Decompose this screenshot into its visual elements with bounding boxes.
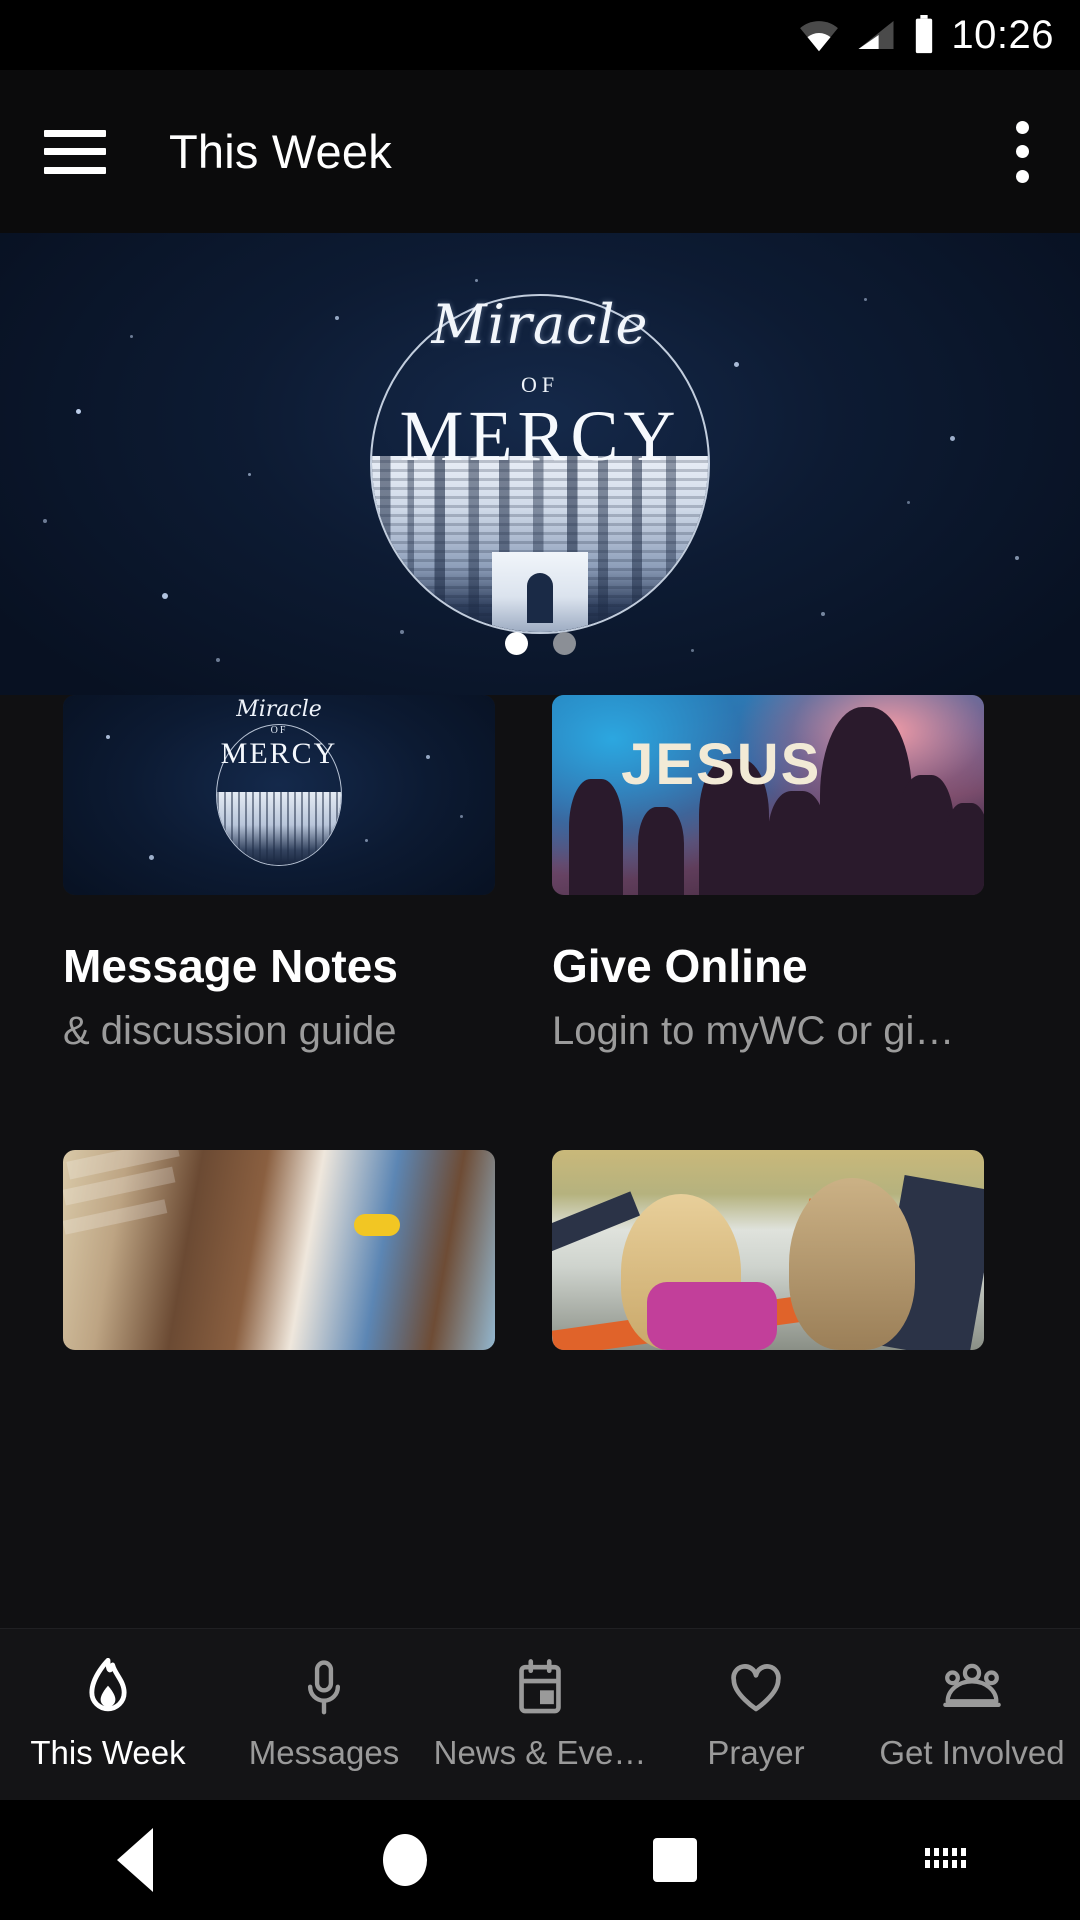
card-title: Message Notes — [63, 940, 398, 992]
bottom-navigation-bar: This Week Messages News & Eve… Prayer Ge… — [0, 1628, 1080, 1800]
cellular-signal-icon — [858, 21, 894, 49]
wifi-icon — [800, 21, 839, 52]
app-bar: This Week — [0, 70, 1080, 233]
content-grid: Miracle OF MERCY Message Notes & discuss… — [0, 695, 1080, 1620]
card-subtitle: & discussion guide — [63, 1009, 397, 1053]
battery-icon — [916, 15, 933, 54]
card-give-online[interactable]: JESUS Give Online Login to myWC or gi… — [552, 695, 984, 1054]
card-title: Give Online — [552, 940, 808, 992]
carousel-dot-1[interactable] — [504, 632, 528, 655]
tab-label: This Week — [30, 1733, 186, 1771]
app-screen: 10:26 This Week Miracle OF MERCY Miracle… — [0, 0, 1080, 1920]
status-bar: 10:26 — [0, 0, 1080, 70]
hero-of-text: OF — [520, 372, 560, 397]
recents-square-icon[interactable] — [540, 1838, 810, 1882]
jesus-worship-thumbnail[interactable]: JESUS — [552, 695, 984, 895]
thumbnail-script-text: Miracle — [236, 697, 322, 722]
android-navigation-bar — [0, 1800, 1080, 1920]
thumbnail-of-text: OF — [270, 725, 288, 736]
card-row2-right[interactable] — [552, 1150, 984, 1410]
tab-label: News & Eve… — [433, 1733, 647, 1771]
tab-label: Get Involved — [879, 1733, 1065, 1771]
calendar-icon — [514, 1658, 566, 1718]
card-message-notes[interactable]: Miracle OF MERCY Message Notes & discuss… — [63, 695, 495, 1054]
tab-label: Prayer — [707, 1733, 805, 1771]
cityscape-illustration — [372, 455, 708, 632]
flame-icon — [80, 1657, 136, 1718]
hamburger-menu-icon[interactable] — [44, 129, 106, 174]
tab-get-involved[interactable]: Get Involved — [864, 1658, 1080, 1772]
tab-messages[interactable]: Messages — [216, 1658, 432, 1772]
card-row-1: Miracle OF MERCY Message Notes & discuss… — [63, 695, 1017, 1054]
hero-script-text: Miracle — [431, 293, 649, 356]
status-bar-clock: 10:26 — [951, 13, 1054, 57]
girls-in-hammock-thumbnail[interactable] — [552, 1150, 984, 1350]
tab-label: Messages — [248, 1733, 400, 1771]
carousel-dot-2[interactable] — [552, 632, 576, 655]
thumbnail-word-text: JESUS — [621, 732, 822, 797]
thumbnail-title-text: MERCY — [220, 737, 338, 770]
overflow-menu-icon[interactable] — [1016, 120, 1030, 183]
card-row2-left[interactable] — [63, 1150, 495, 1410]
home-circle-icon[interactable] — [270, 1834, 540, 1886]
heart-icon — [728, 1658, 784, 1718]
children-playing-thumbnail[interactable] — [63, 1150, 495, 1350]
hero-title-text: MERCY — [399, 396, 681, 476]
hero-carousel[interactable]: Miracle OF MERCY — [0, 233, 1080, 695]
miracle-of-mercy-thumbnail[interactable]: Miracle OF MERCY — [63, 695, 495, 895]
hide-keyboard-icon[interactable] — [810, 1848, 1080, 1872]
hero-logo: Miracle OF MERCY — [370, 294, 710, 634]
tab-this-week[interactable]: This Week — [0, 1657, 216, 1772]
card-row-2 — [63, 1150, 1017, 1410]
back-triangle-icon[interactable] — [0, 1828, 270, 1892]
carousel-indicator — [0, 632, 1080, 655]
tab-prayer[interactable]: Prayer — [648, 1658, 864, 1772]
page-title: This Week — [169, 125, 392, 178]
tab-news-and-events[interactable]: News & Eve… — [432, 1658, 648, 1772]
microphone-icon — [299, 1658, 349, 1718]
church-building-illustration — [492, 552, 588, 632]
card-subtitle: Login to myWC or gi… — [552, 1009, 955, 1053]
bracelet-detail — [353, 1214, 400, 1236]
people-group-icon — [941, 1658, 1003, 1718]
